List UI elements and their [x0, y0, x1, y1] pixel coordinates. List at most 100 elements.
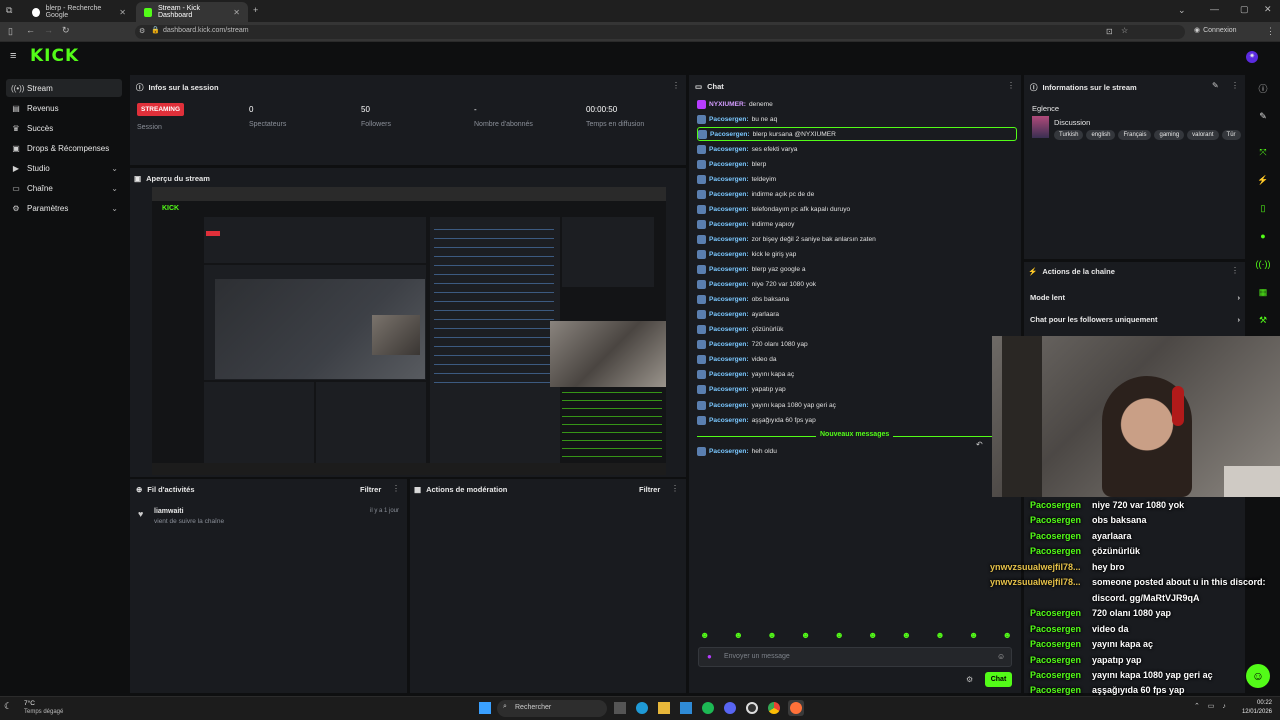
- chat-username[interactable]: Pacosergen:: [709, 386, 749, 393]
- chat-message[interactable]: Pacosergen: telefondayım pc afk kapalı du…: [697, 202, 1017, 216]
- close-tab-icon[interactable]: ✕: [233, 8, 240, 17]
- sidebar-toggle-icon[interactable]: ▯: [8, 26, 13, 37]
- chat-username[interactable]: NYXIUMER:: [709, 101, 746, 108]
- chat-message[interactable]: Pacosergen: ayarlaara: [697, 308, 1017, 322]
- sidebar-item-drops[interactable]: ▣ Drops & Récompenses: [6, 139, 122, 157]
- chat-float-button[interactable]: ☺: [1246, 664, 1270, 688]
- chat-username[interactable]: Pacosergen:: [709, 417, 749, 424]
- chat-username[interactable]: Pacosergen:: [709, 371, 749, 378]
- spotify-icon[interactable]: [702, 702, 714, 714]
- followers-only-row[interactable]: Chat pour les followers uniquement ›: [1030, 315, 1240, 324]
- chat-username[interactable]: Pacosergen:: [709, 116, 749, 123]
- chat-message[interactable]: Pacosergen: 720 olanı 1080 yap: [697, 338, 1017, 352]
- chat-username[interactable]: Pacosergen:: [710, 131, 750, 138]
- chat-message[interactable]: Pacosergen: bu ne aq: [697, 112, 1017, 126]
- slow-mode-row[interactable]: Mode lent ›: [1030, 293, 1240, 302]
- emote-icon[interactable]: ☻: [700, 630, 709, 642]
- chat-username[interactable]: Pacosergen:: [709, 296, 749, 303]
- chat-message[interactable]: Pacosergen: ses efekti varya: [697, 142, 1017, 156]
- reload-icon[interactable]: ↻: [62, 25, 70, 36]
- store-icon[interactable]: [680, 702, 692, 714]
- sidebar-item-revenus[interactable]: ▤ Revenus: [6, 99, 122, 117]
- grid-icon[interactable]: ▦: [1253, 282, 1273, 302]
- address-bar[interactable]: ⚙ 🔒 dashboard.kick.com/stream: [135, 25, 1185, 39]
- task-view-icon[interactable]: [614, 702, 626, 714]
- chat-message[interactable]: Pacosergen: blerp yaz google a: [697, 263, 1017, 277]
- tag-chip[interactable]: english: [1086, 130, 1116, 140]
- windows-start-icon[interactable]: [479, 702, 491, 714]
- sidebar-item-chaine[interactable]: ▭ Chaîne ⌄: [6, 179, 122, 197]
- chat-message[interactable]: Pacosergen: indirme açık pc de de: [697, 187, 1017, 201]
- chat-pause-icon[interactable]: ↶: [976, 440, 983, 449]
- tag-chip[interactable]: gaming: [1154, 130, 1185, 140]
- taskbar-search[interactable]: ⌕ Rechercher: [497, 700, 607, 717]
- back-icon[interactable]: ←: [26, 25, 35, 35]
- emote-icon[interactable]: ☻: [969, 630, 978, 642]
- firefox-icon[interactable]: [790, 702, 802, 714]
- emote-icon[interactable]: ☻: [734, 630, 743, 642]
- chat-message[interactable]: Pacosergen: çözünürlük: [697, 323, 1017, 337]
- emote-icon[interactable]: ☻: [868, 630, 877, 642]
- chat-username[interactable]: Pacosergen:: [709, 161, 749, 168]
- tab-search-icon[interactable]: ⌄: [1178, 5, 1186, 16]
- chat-message[interactable]: Pacosergen: heh oldu: [697, 444, 1017, 458]
- tag-chip[interactable]: Turkish: [1054, 130, 1084, 140]
- chat-input[interactable]: ● Envoyer un message ☺: [698, 647, 1012, 667]
- more-options-icon[interactable]: ⋮: [392, 484, 400, 493]
- page-icon[interactable]: ▯: [1253, 198, 1273, 218]
- expand-icon[interactable]: ⤧: [1253, 142, 1273, 162]
- chat-message[interactable]: Pacosergen: obs baksana: [697, 293, 1017, 307]
- chat-message[interactable]: Pacosergen: zor bişey değil 2 saniye bak …: [697, 232, 1017, 246]
- hamburger-menu-icon[interactable]: ≡: [10, 50, 16, 62]
- chat-message[interactable]: Pacosergen: video da: [697, 353, 1017, 367]
- edit-pencil-icon[interactable]: ✎: [1253, 106, 1273, 126]
- chat-message[interactable]: Pacosergen: niye 720 var 1080 yok: [697, 278, 1017, 292]
- more-options-icon[interactable]: ⋮: [1231, 81, 1239, 90]
- chat-username[interactable]: Pacosergen:: [709, 266, 749, 273]
- chat-settings-gear-icon[interactable]: ⚙: [966, 675, 973, 684]
- tab-google[interactable]: blerp - Recherche Google ✕: [24, 2, 134, 22]
- close-tab-icon[interactable]: ✕: [119, 8, 126, 17]
- site-info-icon[interactable]: ⚙: [139, 27, 145, 35]
- moderation-filter-button[interactable]: Filtrer: [639, 485, 660, 494]
- chat-username[interactable]: Pacosergen:: [709, 326, 749, 333]
- sidebar-item-stream[interactable]: ((•)) Stream: [6, 79, 122, 97]
- tag-chip[interactable]: valorant: [1187, 130, 1219, 140]
- wrench-icon[interactable]: ⚒: [1253, 310, 1273, 330]
- system-tray-icons[interactable]: ⌃ ▭ ♪: [1194, 702, 1229, 710]
- edit-pencil-icon[interactable]: ✎: [1212, 81, 1219, 90]
- browser-menu-icon[interactable]: ⋮: [1266, 26, 1275, 37]
- lightning-icon[interactable]: ⚡: [1253, 170, 1273, 190]
- avatar[interactable]: ✷: [1246, 51, 1258, 63]
- chat-username[interactable]: Pacosergen:: [709, 206, 749, 213]
- chat-username[interactable]: Pacosergen:: [709, 311, 749, 318]
- emote-icon[interactable]: ☻: [935, 630, 944, 642]
- chat-message-highlighted[interactable]: Pacosergen: blerp kursana @NYXIUMER: [697, 127, 1017, 142]
- forward-icon[interactable]: →: [44, 25, 53, 35]
- chat-message[interactable]: Pacosergen: blerp: [697, 157, 1017, 171]
- edge-icon[interactable]: [636, 702, 648, 714]
- chat-message[interactable]: Pacosergen: yayını kapa 1080 yap geri aç: [697, 398, 1017, 412]
- chat-username[interactable]: Pacosergen:: [709, 341, 749, 348]
- chat-username[interactable]: Pacosergen:: [709, 221, 749, 228]
- new-tab-icon[interactable]: +: [253, 5, 258, 15]
- emote-icon[interactable]: ☻: [801, 630, 810, 642]
- discord-icon[interactable]: [724, 702, 736, 714]
- chat-username[interactable]: Pacosergen:: [709, 356, 749, 363]
- chat-username[interactable]: Pacosergen:: [709, 146, 749, 153]
- kick-logo[interactable]: KICK: [30, 46, 79, 66]
- minimize-icon[interactable]: —: [1210, 4, 1219, 14]
- chat-message[interactable]: NYXIUMER: deneme: [697, 97, 1017, 111]
- activity-filter-button[interactable]: Filtrer: [360, 485, 381, 494]
- chat-username[interactable]: Pacosergen:: [709, 402, 749, 409]
- chat-message[interactable]: Pacosergen: aşşağıyıda 60 fps yap: [697, 413, 1017, 427]
- chat-username[interactable]: Pacosergen:: [709, 251, 749, 258]
- more-options-icon[interactable]: ⋮: [672, 81, 680, 90]
- more-options-icon[interactable]: ⋮: [1231, 266, 1239, 275]
- tag-chip[interactable]: Tür: [1221, 130, 1241, 140]
- emote-icon[interactable]: ☻: [834, 630, 843, 642]
- clock-time[interactable]: 00:22: [1242, 700, 1272, 706]
- close-window-icon[interactable]: ✕: [1264, 4, 1272, 15]
- audio-icon[interactable]: ((·)): [1253, 254, 1273, 274]
- file-explorer-icon[interactable]: [658, 702, 670, 714]
